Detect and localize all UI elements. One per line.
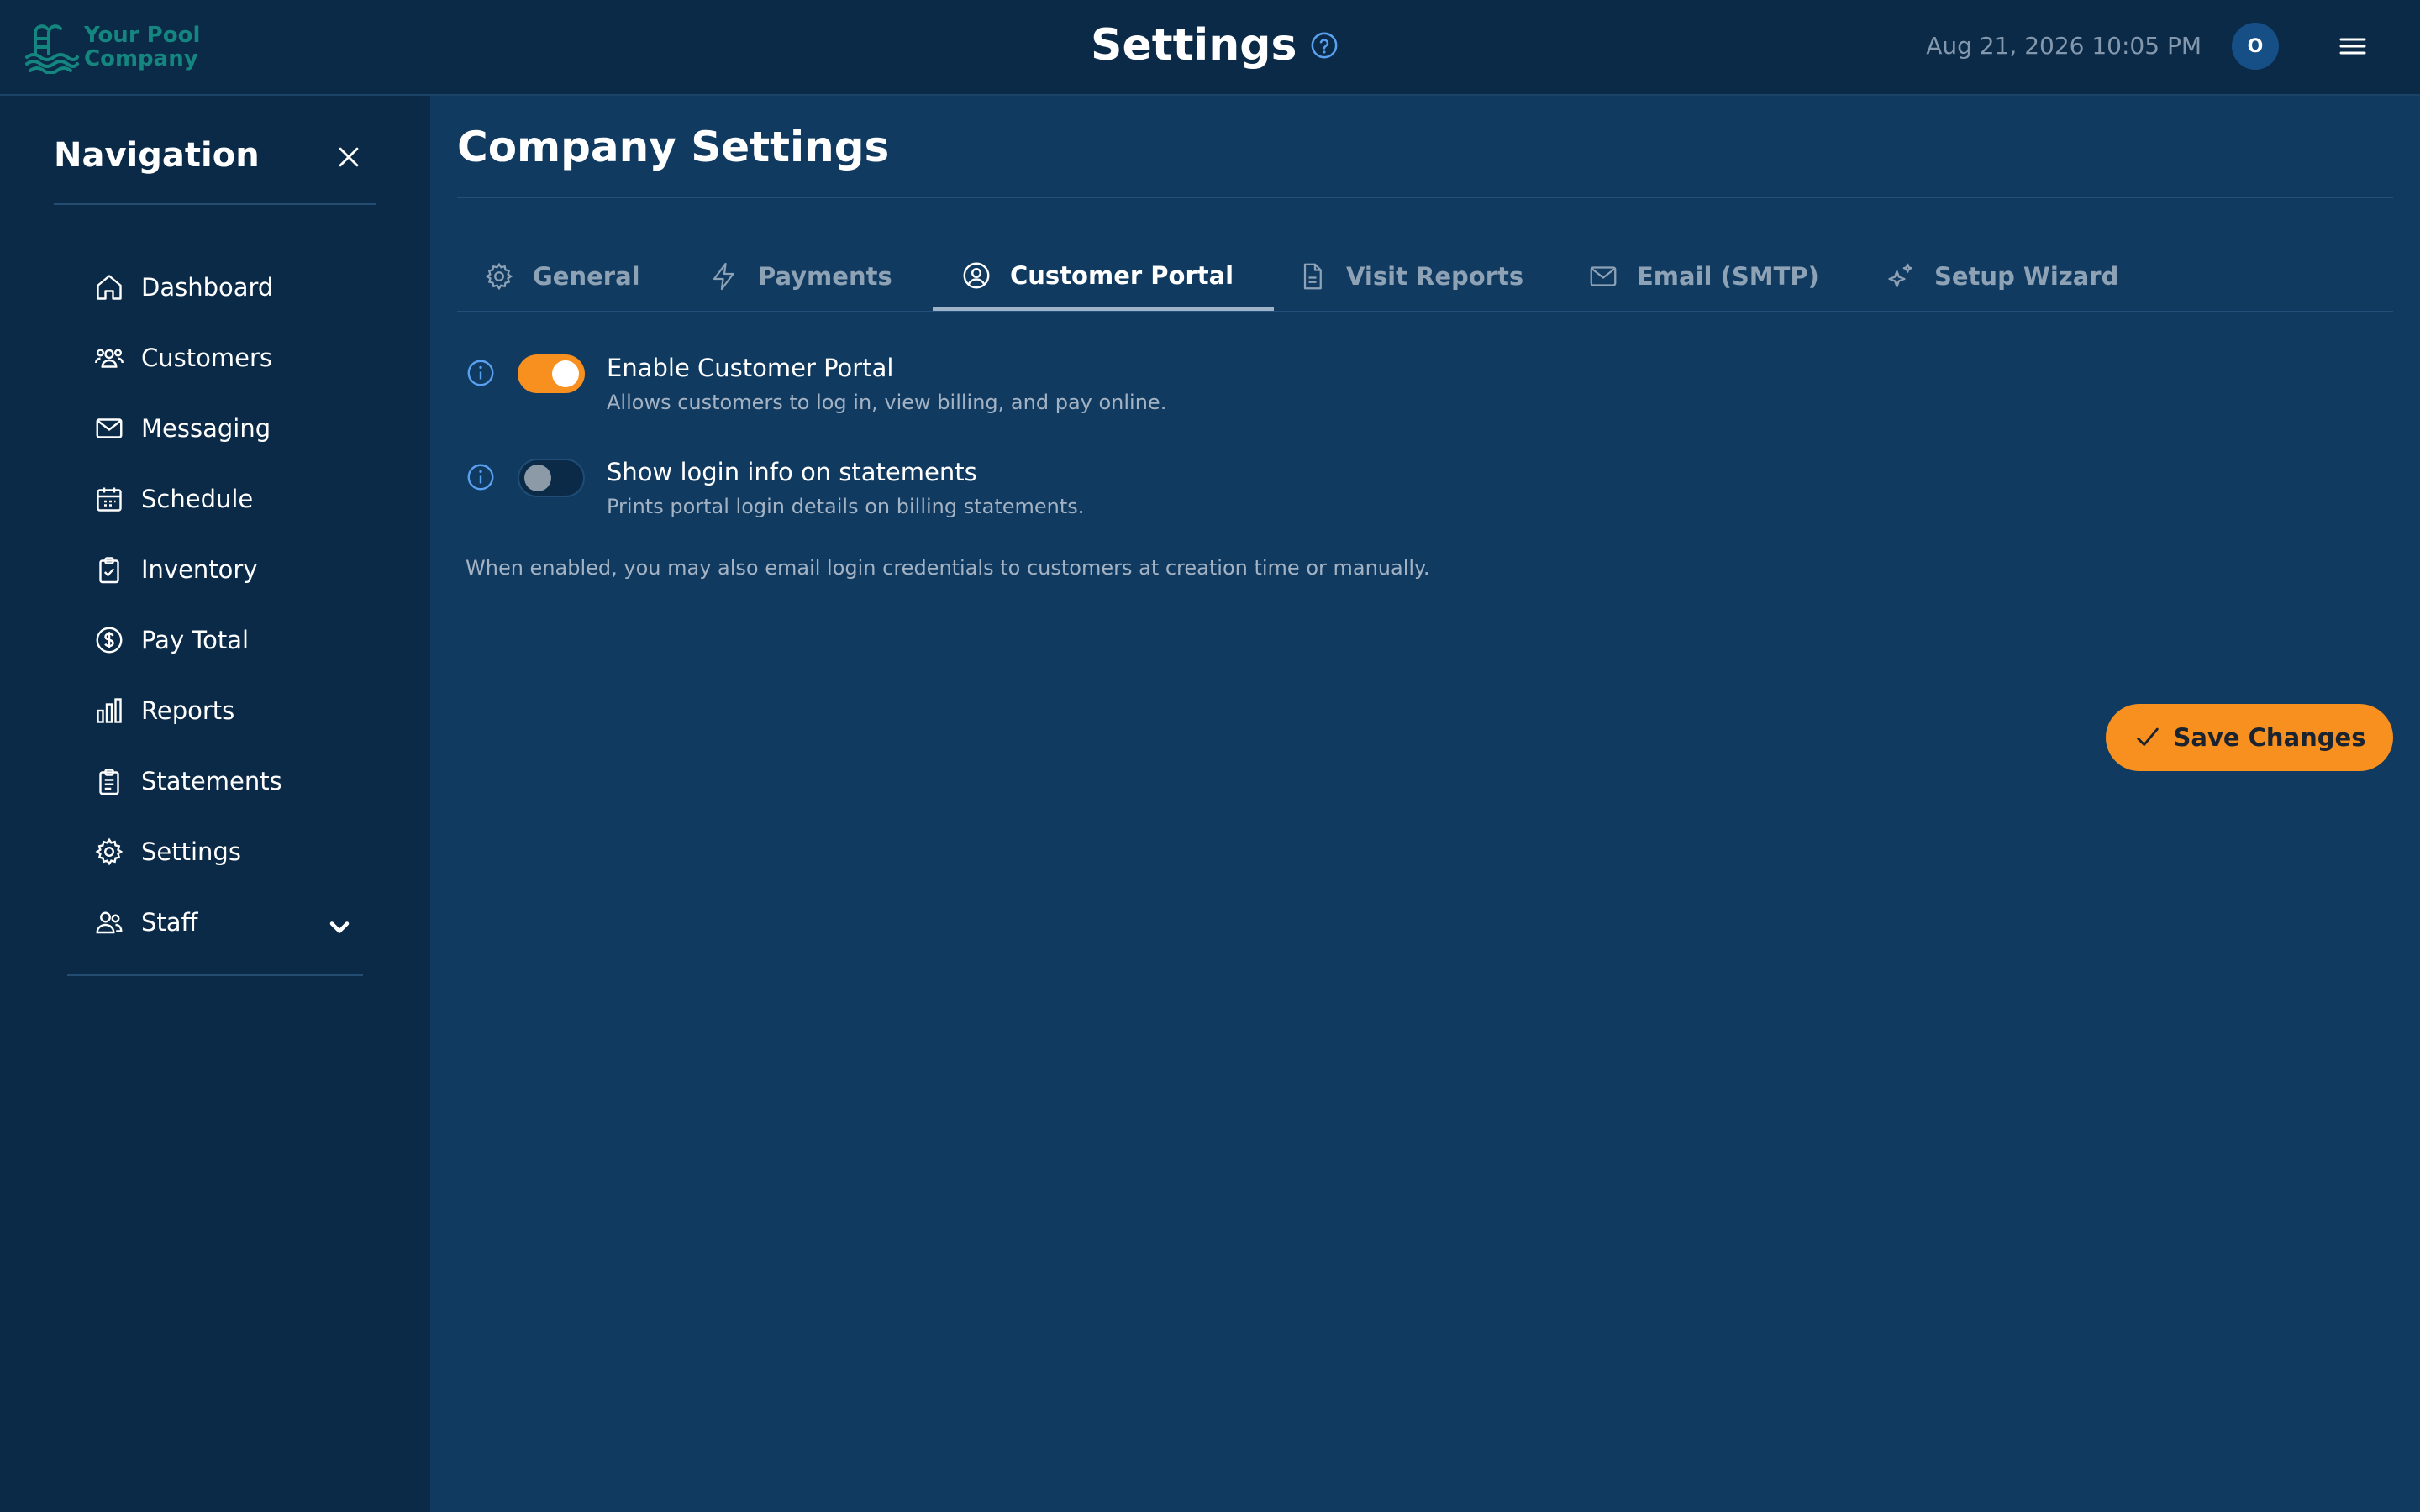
tab-label: Email (SMTP): [1637, 262, 1819, 291]
setting-text: Enable Customer Portal Allows customers …: [607, 353, 1166, 415]
pool-ladder-icon: [25, 24, 79, 74]
avatar[interactable]: O: [2232, 23, 2279, 70]
setting-description: Allows customers to log in, view billing…: [607, 391, 1167, 414]
tab-label: Visit Reports: [1346, 262, 1524, 291]
users-icon: [95, 349, 124, 368]
sidebar-item-label: Inventory: [141, 555, 258, 584]
enable-portal-toggle[interactable]: [518, 354, 585, 393]
company-logo[interactable]: Your Pool Company: [24, 17, 200, 77]
gear-icon: [95, 837, 124, 866]
staff-icon: [96, 911, 123, 934]
section-title: Company Settings: [457, 123, 890, 171]
setting-description: Prints portal login details on billing s…: [607, 495, 1085, 518]
mail-icon: [96, 418, 123, 438]
sparkles-icon: [1888, 263, 1912, 288]
sidebar-item-schedule[interactable]: Schedule: [94, 464, 355, 534]
sidebar-item-label: Schedule: [141, 485, 254, 513]
sidebar-divider-bottom: [67, 974, 363, 976]
sidebar-item-dashboard[interactable]: Dashboard: [94, 252, 355, 323]
tab-email-smtp[interactable]: Email (SMTP): [1588, 244, 1819, 309]
info-icon[interactable]: [466, 358, 496, 388]
sidebar-item-label: Statements: [141, 767, 282, 795]
dollar-circle-icon: [96, 627, 123, 654]
sidebar-item-messaging[interactable]: Messaging: [94, 393, 355, 464]
bar-chart-icon: [97, 698, 122, 723]
home-icon: [97, 275, 122, 300]
tab-setup-wizard[interactable]: Setup Wizard: [1886, 244, 2118, 309]
sidebar-item-statements[interactable]: Statements: [94, 746, 355, 816]
sidebar-item-reports[interactable]: Reports: [94, 675, 355, 746]
sidebar-item-label: Pay Total: [141, 626, 250, 654]
tab-label: Setup Wizard: [1934, 262, 2119, 291]
hamburger-menu-icon[interactable]: [2338, 34, 2368, 59]
close-icon[interactable]: [334, 143, 363, 171]
sidebar-nav-list: Dashboard Customers Messaging Schedule I…: [94, 252, 355, 958]
save-button-label: Save Changes: [2173, 723, 2366, 752]
info-icon[interactable]: [466, 462, 496, 492]
setting-text: Show login info on statements Prints por…: [607, 457, 1084, 519]
sidebar-item-settings[interactable]: Settings: [94, 816, 355, 887]
gear-icon: [485, 262, 513, 291]
sidebar-title: Navigation: [54, 136, 260, 175]
sidebar-item-label: Reports: [141, 696, 235, 725]
checkmark-icon: [2136, 727, 2159, 746]
sidebar-item-label: Dashboard: [141, 273, 274, 302]
tab-label: General: [533, 262, 640, 291]
setting-label: Show login info on statements: [607, 458, 977, 486]
calendar-icon: [97, 487, 122, 512]
toggle-knob: [524, 465, 551, 491]
tab-visit-reports[interactable]: Visit Reports: [1297, 244, 1523, 309]
user-circle-icon: [963, 262, 990, 289]
save-changes-button[interactable]: Save Changes: [2106, 704, 2393, 771]
sidebar-item-label: Settings: [141, 837, 241, 866]
clipboard-list-icon: [99, 769, 119, 795]
setting-row-show-login-info: Show login info on statements Prints por…: [466, 457, 1084, 518]
sidebar-item-label: Customers: [141, 344, 272, 372]
current-datetime: Aug 21, 2026 10:05 PM: [1926, 32, 2202, 60]
page-title-text: Settings: [1091, 20, 1297, 71]
tab-label: Payments: [758, 262, 892, 291]
top-bar: Your Pool Company Settings Aug 21, 2026 …: [0, 0, 2420, 96]
help-icon[interactable]: [1310, 31, 1339, 60]
lightning-icon: [713, 262, 734, 291]
section-divider: [457, 197, 2393, 198]
chevron-down-icon[interactable]: [324, 912, 355, 942]
toggle-knob: [552, 360, 579, 387]
tab-label: Customer Portal: [1010, 261, 1234, 290]
settings-tabs: General Payments Customer Portal Visit R…: [457, 244, 2393, 312]
setting-row-enable-portal: Enable Customer Portal Allows customers …: [466, 353, 1166, 414]
sidebar-item-pay-total[interactable]: Pay Total: [94, 605, 355, 675]
portal-note: When enabled, you may also email login c…: [466, 556, 1430, 580]
document-icon: [1303, 263, 1322, 290]
clipboard-check-icon: [99, 557, 119, 584]
page-title: Settings: [1091, 20, 1339, 71]
sidebar-item-customers[interactable]: Customers: [94, 323, 355, 393]
logo-text-line1: Your Pool: [84, 23, 201, 48]
envelope-icon: [1590, 266, 1617, 286]
logo-text-line2: Company: [84, 46, 198, 71]
sidebar-item-label: Staff: [141, 908, 198, 937]
setting-label: Enable Customer Portal: [607, 354, 894, 382]
tab-general[interactable]: General: [484, 244, 640, 309]
sidebar-item-label: Messaging: [141, 414, 271, 443]
sidebar-item-staff[interactable]: Staff: [94, 887, 355, 958]
tab-payments[interactable]: Payments: [709, 244, 892, 309]
tab-customer-portal[interactable]: Customer Portal: [933, 244, 1275, 311]
sidebar-divider: [54, 203, 376, 205]
show-login-info-toggle[interactable]: [518, 459, 585, 497]
sidebar-item-inventory[interactable]: Inventory: [94, 534, 355, 605]
sidebar: Navigation Dashboard Customers Messaging…: [0, 96, 430, 1512]
